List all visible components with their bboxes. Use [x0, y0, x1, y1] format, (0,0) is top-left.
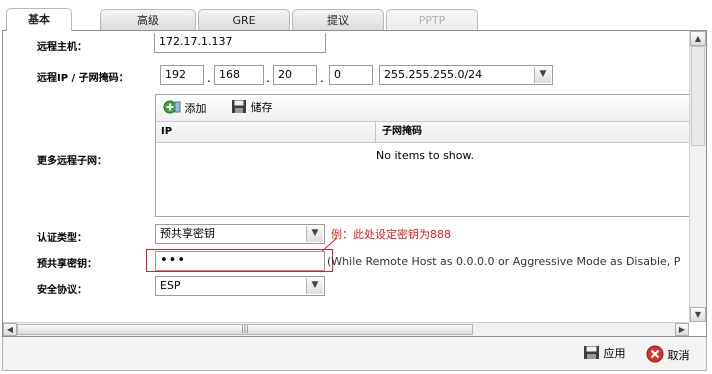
tab-basic[interactable]: 基本 — [6, 8, 72, 31]
remote-host-input[interactable]: 172.17.1.137 — [154, 33, 326, 53]
protocol-select[interactable]: ESP ▼ — [155, 276, 325, 296]
tab-pptp: PPTP — [386, 9, 478, 30]
auth-type-label: 认证类型： — [37, 233, 87, 244]
ip-dot-1: . — [207, 71, 211, 85]
scroll-up-arrow-icon[interactable]: ▲ — [690, 31, 706, 46]
auth-type-value: 预共享密钥 — [160, 227, 215, 240]
remote-ip-octet-1[interactable]: 192 — [160, 65, 204, 85]
more-subnets-label: 更多远程子网： — [37, 156, 107, 167]
remote-host-label: 远程主机： — [37, 42, 87, 53]
column-header-mask[interactable]: 子网掩码 — [377, 122, 687, 142]
ip-dot-2: . — [266, 71, 270, 85]
subnet-mask-value: 255.255.255.0/24 — [384, 68, 483, 81]
tab-advanced[interactable]: 高级 — [100, 9, 196, 30]
scroll-down-arrow-icon[interactable]: ▼ — [690, 307, 706, 322]
grid-header: IP 子网掩码 — [156, 122, 694, 143]
horizontal-scrollbar[interactable]: ◀ ||| ▶ — [3, 322, 689, 336]
subnet-grid: 添加 储存 IP 子网掩码 No items to show. — [155, 94, 695, 217]
cancel-icon — [646, 345, 664, 363]
protocol-value: ESP — [160, 279, 181, 292]
psk-label: 预共享密钥： — [37, 259, 97, 270]
column-header-ip[interactable]: IP — [156, 122, 376, 142]
ip-dot-3: . — [320, 71, 324, 85]
add-button-label: 添加 — [184, 102, 207, 115]
vertical-scroll-thumb[interactable] — [691, 46, 705, 146]
apply-button-label: 应用 — [603, 347, 626, 360]
remote-ip-label: 远程IP / 子网掩码： — [37, 73, 129, 84]
horizontal-scroll-thumb[interactable]: ||| — [17, 324, 473, 335]
settings-panel: 远程主机： 172.17.1.137 远程IP / 子网掩码： 192 . 16… — [2, 30, 707, 337]
grid-toolbar: 添加 储存 — [156, 95, 694, 122]
save-icon — [232, 100, 246, 113]
remote-ip-octet-2[interactable]: 168 — [214, 65, 264, 85]
auth-type-select[interactable]: 预共享密钥 ▼ — [155, 224, 325, 244]
remote-ip-octet-4[interactable]: 0 — [329, 65, 373, 85]
save-button[interactable]: 储存 — [231, 99, 273, 117]
cancel-button-label: 取消 — [667, 349, 690, 362]
annotation-text: 例：此处设定密钥为888 — [331, 228, 451, 241]
add-icon — [163, 100, 181, 114]
tab-bar: 基本 高级 GRE 提议 PPTP — [0, 0, 712, 31]
protocol-label: 安全协议： — [37, 285, 87, 296]
grid-empty-message: No items to show. — [376, 149, 474, 162]
save-button-label: 储存 — [250, 101, 273, 114]
psk-hint: (While Remote Host as 0.0.0.0 or Aggress… — [327, 255, 681, 268]
remote-ip-octet-3[interactable]: 20 — [273, 65, 317, 85]
apply-button[interactable]: 应用 — [583, 345, 626, 363]
psk-input[interactable]: ••• — [155, 251, 325, 271]
chevron-down-icon[interactable]: ▼ — [306, 278, 323, 294]
vertical-scrollbar[interactable]: ▲ ▼ — [689, 31, 706, 322]
subnet-mask-select[interactable]: 255.255.255.0/24 ▼ — [379, 65, 553, 85]
tab-gre[interactable]: GRE — [198, 9, 290, 30]
apply-icon — [584, 346, 599, 359]
add-button[interactable]: 添加 — [163, 99, 207, 117]
chevron-down-icon[interactable]: ▼ — [534, 67, 551, 83]
cancel-button[interactable]: 取消 — [646, 345, 690, 363]
footer-bar: 应用 取消 — [2, 337, 707, 371]
scroll-right-arrow-icon[interactable]: ▶ — [675, 323, 689, 336]
scroll-left-arrow-icon[interactable]: ◀ — [3, 323, 17, 336]
tab-proposal[interactable]: 提议 — [292, 9, 384, 30]
